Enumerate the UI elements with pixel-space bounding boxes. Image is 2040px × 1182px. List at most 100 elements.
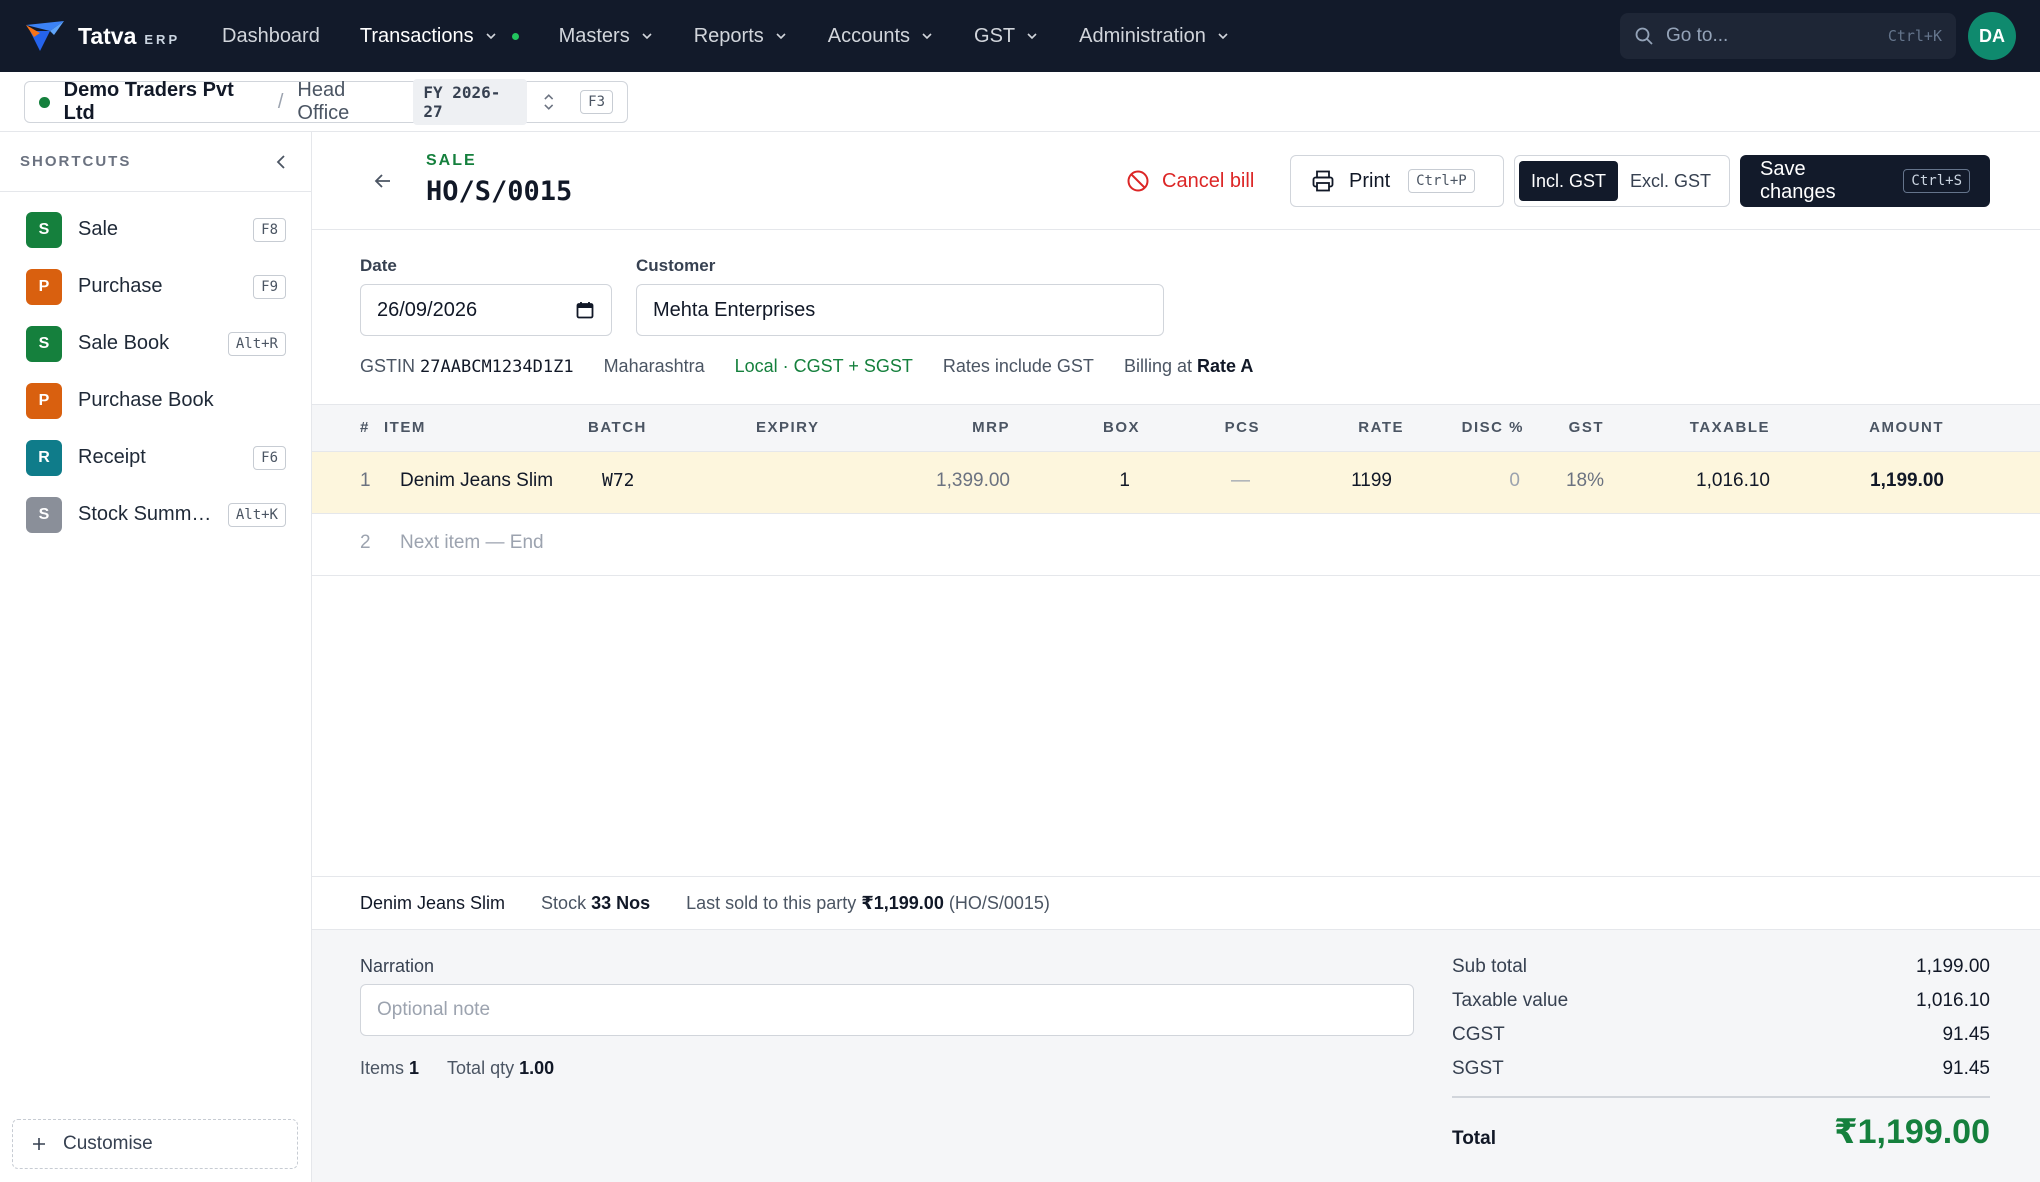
- print-label: Print: [1349, 169, 1391, 192]
- narration-input[interactable]: [377, 999, 1397, 1021]
- arrow-left-icon[interactable]: [372, 170, 394, 192]
- state-value: Maharashtra: [603, 356, 705, 376]
- calendar-icon[interactable]: [575, 300, 595, 320]
- nav-gst[interactable]: GST: [974, 0, 1039, 72]
- row-box[interactable]: 1: [1080, 470, 1130, 492]
- billing-info: Billing at Rate A: [1124, 356, 1253, 377]
- billing-rate: Rate A: [1197, 356, 1254, 376]
- breadcrumb-separator: /: [277, 90, 284, 113]
- rates-note: Rates include GST: [942, 356, 1094, 376]
- sidebar-item-sale[interactable]: S Sale F8: [0, 201, 312, 258]
- save-changes-button[interactable]: Save changes Ctrl+S: [1740, 155, 1990, 207]
- goto-shortcut: Ctrl+K: [1887, 27, 1942, 45]
- items-label: Items: [360, 1058, 405, 1078]
- gstin-label: GSTIN: [360, 356, 416, 376]
- info-item-name: Denim Jeans Slim: [360, 892, 506, 913]
- narration-label: Narration: [360, 956, 435, 976]
- qty-label: Total qty: [447, 1058, 515, 1078]
- stock-summary-badge-icon: S: [26, 496, 62, 533]
- nav-administration[interactable]: Administration: [1079, 0, 1230, 72]
- customise-button[interactable]: Customise: [12, 1119, 298, 1169]
- sidebar-item-label: Sale: [78, 218, 119, 240]
- sidebar-item-receipt[interactable]: R Receipt F6: [0, 429, 312, 486]
- active-indicator-dot: [511, 32, 519, 40]
- footer-stats: Items 1 Total qty 1.00: [360, 1058, 554, 1079]
- voucher-header: SALE HO/S/0015 Cancel bill Print Ctrl+P …: [312, 132, 2040, 230]
- plus-icon: [33, 1138, 45, 1150]
- sale-badge-icon: S: [26, 211, 62, 248]
- row-batch[interactable]: W72: [602, 470, 635, 491]
- row-disc[interactable]: 0: [1424, 470, 1520, 492]
- user-avatar[interactable]: DA: [1968, 12, 2016, 60]
- col-expiry: EXPIRY: [756, 419, 820, 436]
- sidebar-item-purchase[interactable]: P Purchase F9: [0, 258, 312, 315]
- taxable-row: Taxable value 1,016.10: [1452, 990, 1990, 1012]
- tatva-logo-icon: [26, 21, 64, 51]
- col-box: BOX: [1102, 419, 1140, 436]
- row-gst: 18%: [1565, 470, 1604, 491]
- subtotal-row: Sub total 1,199.00: [1452, 956, 1990, 978]
- narration-field[interactable]: [360, 984, 1414, 1036]
- info-stock: Stock 33 Nos: [541, 893, 650, 914]
- col-rate: RATE: [1358, 419, 1404, 436]
- row-rate[interactable]: 1199: [1292, 470, 1392, 492]
- cancel-bill-label: Cancel bill: [1162, 169, 1255, 192]
- gstin-info: GSTIN 27AABCM1234D1Z1: [360, 356, 574, 377]
- sidebar-item-shortcut: Alt+R: [227, 331, 286, 356]
- brand[interactable]: Tatva ERP: [24, 19, 200, 53]
- receipt-badge-icon: R: [26, 439, 62, 476]
- nav-dashboard[interactable]: Dashboard: [222, 0, 320, 72]
- incl-gst-option[interactable]: Incl. GST: [1519, 161, 1619, 201]
- context-shortcut: F3: [580, 90, 614, 114]
- nav-transactions[interactable]: Transactions: [360, 0, 519, 72]
- new-item-row[interactable]: 2 Next item — End: [312, 514, 2040, 576]
- nav-administration-label: Administration: [1079, 24, 1206, 47]
- qty-value: 1.00: [519, 1058, 555, 1078]
- excl-gst-option[interactable]: Excl. GST: [1618, 161, 1723, 201]
- voucher-type: SALE: [426, 152, 477, 169]
- sidebar-item-shortcut: F6: [253, 445, 286, 470]
- print-shortcut: Ctrl+P: [1408, 169, 1475, 193]
- nav-reports[interactable]: Reports: [694, 0, 788, 72]
- customer-field[interactable]: Mehta Enterprises: [636, 284, 1164, 336]
- row-item[interactable]: Denim Jeans Slim: [400, 470, 560, 492]
- table-row[interactable]: 1 Denim Jeans Slim W72 1,399.00 1 — 1199…: [312, 452, 2040, 514]
- customer-label: Customer: [636, 256, 716, 275]
- row-pcs[interactable]: —: [1200, 470, 1250, 492]
- chevron-left-icon[interactable]: [273, 153, 291, 171]
- cgst-label: CGST: [1452, 1024, 1505, 1045]
- col-item: ITEM: [384, 419, 426, 436]
- customer-value: Mehta Enterprises: [653, 298, 816, 321]
- sidebar-item-sale-book[interactable]: S Sale Book Alt+R: [0, 315, 312, 372]
- sidebar-item-purchase-book[interactable]: P Purchase Book: [0, 372, 312, 429]
- company-status-dot: [39, 96, 50, 108]
- taxable-label: Taxable value: [1452, 990, 1569, 1011]
- cancel-bill-button[interactable]: Cancel bill: [1126, 156, 1254, 206]
- customise-label: Customise: [63, 1133, 153, 1154]
- row-number: 1: [360, 470, 371, 491]
- print-button[interactable]: Print Ctrl+P: [1290, 155, 1504, 207]
- chevron-down-icon: [776, 33, 786, 40]
- cgst-row: CGST 91.45: [1452, 1024, 1990, 1046]
- cgst-value: 91.45: [1942, 1024, 1990, 1045]
- billing-label: Billing at: [1123, 356, 1192, 376]
- main-content: SALE HO/S/0015 Cancel bill Print Ctrl+P …: [312, 132, 2040, 1182]
- next-item-placeholder[interactable]: Next item — End: [400, 532, 544, 554]
- sidebar-item-label: Purchase Book: [78, 389, 214, 411]
- total-value: ₹1,199.00: [1833, 1113, 1990, 1151]
- company-switcher[interactable]: Demo Traders Pvt Ltd / Head Office FY 20…: [24, 79, 628, 125]
- nav-masters[interactable]: Masters: [559, 0, 654, 72]
- info-last-sold: Last sold to this party ₹1,199.00 (HO/S/…: [686, 893, 1050, 914]
- purchase-badge-icon: P: [26, 268, 62, 305]
- date-field[interactable]: 26/09/2026: [360, 284, 612, 336]
- branch-name: Head Office: [297, 79, 350, 124]
- goto-search[interactable]: Go to... Ctrl+K: [1620, 13, 1956, 59]
- context-bar: Demo Traders Pvt Ltd / Head Office FY 20…: [0, 72, 2040, 132]
- nav-accounts-label: Accounts: [827, 24, 911, 47]
- stock-value: 33 Nos: [591, 892, 651, 913]
- voucher-number: HO/S/0015: [426, 176, 573, 207]
- sidebar-item-stock-summary[interactable]: S Stock Summary Alt+K: [0, 486, 312, 543]
- purchase-book-badge-icon: P: [26, 382, 62, 419]
- sidebar-header: SHORTCUTS: [0, 132, 311, 192]
- nav-accounts[interactable]: Accounts: [828, 0, 934, 72]
